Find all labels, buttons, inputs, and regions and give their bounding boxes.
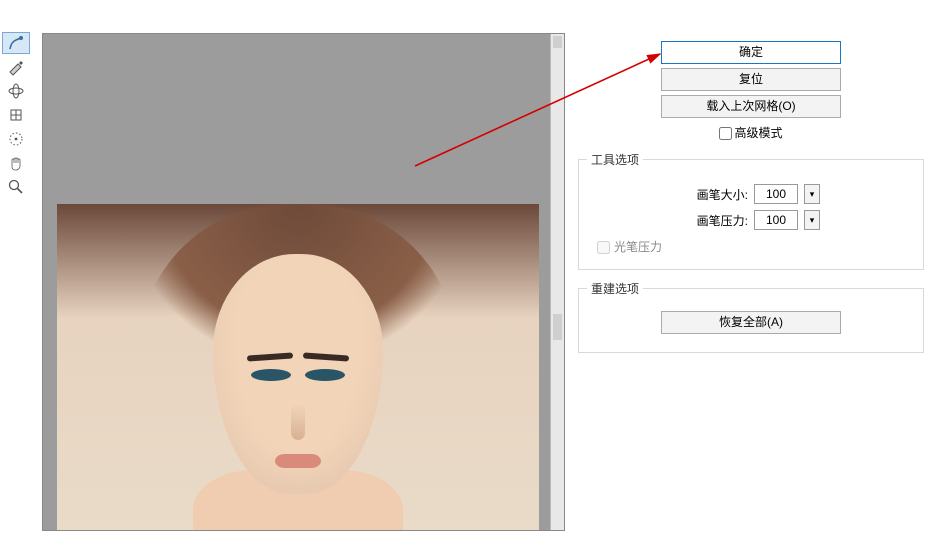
tool-options-legend: 工具选项: [587, 151, 643, 168]
vertical-scrollbar[interactable]: [550, 34, 564, 530]
ok-button[interactable]: 确定: [661, 41, 841, 64]
liquify-toolbar: [0, 30, 34, 200]
brush-size-spinner[interactable]: ▾: [804, 184, 820, 204]
chevron-down-icon: ▾: [810, 189, 815, 200]
advanced-mode-label: 高级模式: [734, 126, 782, 140]
reset-button[interactable]: 复位: [661, 68, 841, 91]
options-panel: 确定 复位 载入上次网格(O) 高级模式 工具选项 画笔大小: ▾ 画笔压力: …: [570, 33, 932, 533]
canvas-image: [57, 204, 539, 530]
brush-size-label: 画笔大小:: [682, 186, 748, 203]
push-left-tool[interactable]: [2, 128, 30, 150]
hand-tool[interactable]: [2, 152, 30, 174]
brush-pressure-spinner[interactable]: ▾: [804, 210, 820, 230]
tool-options-group: 工具选项 画笔大小: ▾ 画笔压力: ▾ 光笔压力: [578, 151, 924, 270]
brush-size-input[interactable]: [754, 184, 798, 204]
stylus-pressure-checkbox: [597, 241, 610, 254]
preview-canvas[interactable]: [42, 33, 565, 531]
advanced-mode-checkbox[interactable]: [719, 127, 732, 140]
restore-all-button[interactable]: 恢复全部(A): [661, 311, 841, 334]
load-last-mesh-button[interactable]: 载入上次网格(O): [661, 95, 841, 118]
stylus-pressure-label: 光笔压力: [614, 240, 662, 254]
rebuild-options-legend: 重建选项: [587, 280, 643, 297]
forward-warp-tool[interactable]: [2, 32, 30, 54]
bloat-tool[interactable]: [2, 104, 30, 126]
brush-pressure-input[interactable]: [754, 210, 798, 230]
brush-pressure-label: 画笔压力:: [682, 212, 748, 229]
reconstruct-tool[interactable]: [2, 56, 30, 78]
rebuild-options-group: 重建选项 恢复全部(A): [578, 280, 924, 353]
zoom-tool[interactable]: [2, 176, 30, 198]
chevron-down-icon: ▾: [810, 215, 815, 226]
pucker-tool[interactable]: [2, 80, 30, 102]
